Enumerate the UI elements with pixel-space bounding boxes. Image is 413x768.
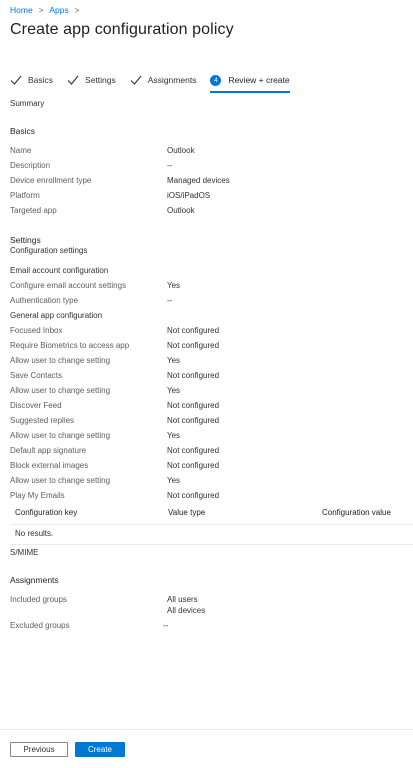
basics-enrollment-label: Device enrollment type [10,176,92,185]
basics-targeted-app-label: Targeted app [10,206,57,215]
column-header-configuration-value[interactable]: Configuration value [322,508,391,517]
breadcrumb: Home > Apps > [10,5,85,15]
checkmark-icon [130,75,142,85]
setting-label: Block external images [10,461,89,470]
wizard-steps: Basics Settings Assignments 4 Review + c… [10,72,304,93]
setting-value: Not configured [167,401,220,410]
email-configuration-heading: Email account configuration [10,266,109,275]
setting-label: Allow user to change setting [10,476,111,485]
setting-label: Require Biometrics to access app [10,341,130,350]
tab-settings-label: Settings [85,75,116,85]
setting-value: Not configured [167,326,220,335]
tab-review-create-label: Review + create [228,75,290,85]
included-groups-label: Included groups [10,595,67,604]
basics-platform-value: iOS/iPadOS [167,191,211,200]
basics-name-value: Outlook [167,146,195,155]
included-group-value: All devices [167,606,206,615]
excluded-groups-label: Excluded groups [10,621,70,630]
table-divider [10,544,413,545]
basics-targeted-app-value: Outlook [167,206,195,215]
breadcrumb-separator: > [38,5,44,15]
column-header-configuration-key[interactable]: Configuration key [15,508,77,517]
tab-settings[interactable]: Settings [67,72,116,88]
setting-value: Not configured [167,416,220,425]
setting-value: Yes [167,476,181,485]
configuration-table-header: Configuration key Value type Configurati… [10,505,413,525]
setting-label: Discover Feed [10,401,62,410]
basics-heading: Basics [10,126,36,136]
configuration-settings-subheading: Configuration settings [10,246,88,255]
smime-label: S/MIME [10,548,39,557]
setting-value: Yes [167,386,181,395]
table-empty-message: No results. [15,529,54,538]
setting-value: Not configured [167,461,220,470]
column-header-value-type[interactable]: Value type [168,508,205,517]
basics-description-value: -- [167,161,173,170]
checkmark-icon [10,75,22,85]
setting-value: Yes [167,431,181,440]
setting-value: Not configured [167,371,220,380]
tab-basics[interactable]: Basics [10,72,53,88]
breadcrumb-separator: > [74,5,80,15]
summary-heading: Summary [10,99,45,108]
setting-label: Suggested replies [10,416,75,425]
setting-value: Yes [167,356,181,365]
general-configuration-heading: General app configuration [10,311,103,320]
setting-label: Configure email account settings [10,281,127,290]
basics-enrollment-value: Managed devices [167,176,230,185]
setting-value: Yes [167,281,181,290]
setting-label: Default app signature [10,446,87,455]
setting-label: Allow user to change setting [10,356,111,365]
breadcrumb-home-link[interactable]: Home [10,5,33,15]
breadcrumb-apps-link[interactable]: Apps [49,5,68,15]
setting-label: Save Contacts [10,371,63,380]
assignments-heading: Assignments [10,575,59,585]
setting-label: Play My Emails [10,491,65,500]
page-title: Create app configuration policy [10,21,234,38]
checkmark-icon [67,75,79,85]
footer-divider [0,729,413,730]
excluded-groups-value: -- [163,621,169,630]
create-button[interactable]: Create [75,742,125,757]
step-number-badge: 4 [210,74,222,86]
tab-assignments[interactable]: Assignments [130,72,197,88]
setting-value: Not configured [167,446,220,455]
settings-heading: Settings [10,235,41,245]
basics-platform-label: Platform [10,191,40,200]
setting-label: Authentication type [10,296,79,305]
setting-value: Not configured [167,341,220,350]
included-group-value: All users [167,595,198,604]
basics-name-label: Name [10,146,32,155]
setting-label: Allow user to change setting [10,386,111,395]
previous-button[interactable]: Previous [10,742,68,757]
setting-value: Not configured [167,491,220,500]
tab-assignments-label: Assignments [147,75,197,85]
setting-label: Allow user to change setting [10,431,111,440]
setting-value: -- [167,296,173,305]
tab-basics-label: Basics [28,75,54,85]
basics-description-label: Description [10,161,51,170]
setting-label: Focused Inbox [10,326,63,335]
tab-review-create[interactable]: 4 Review + create [210,72,290,93]
